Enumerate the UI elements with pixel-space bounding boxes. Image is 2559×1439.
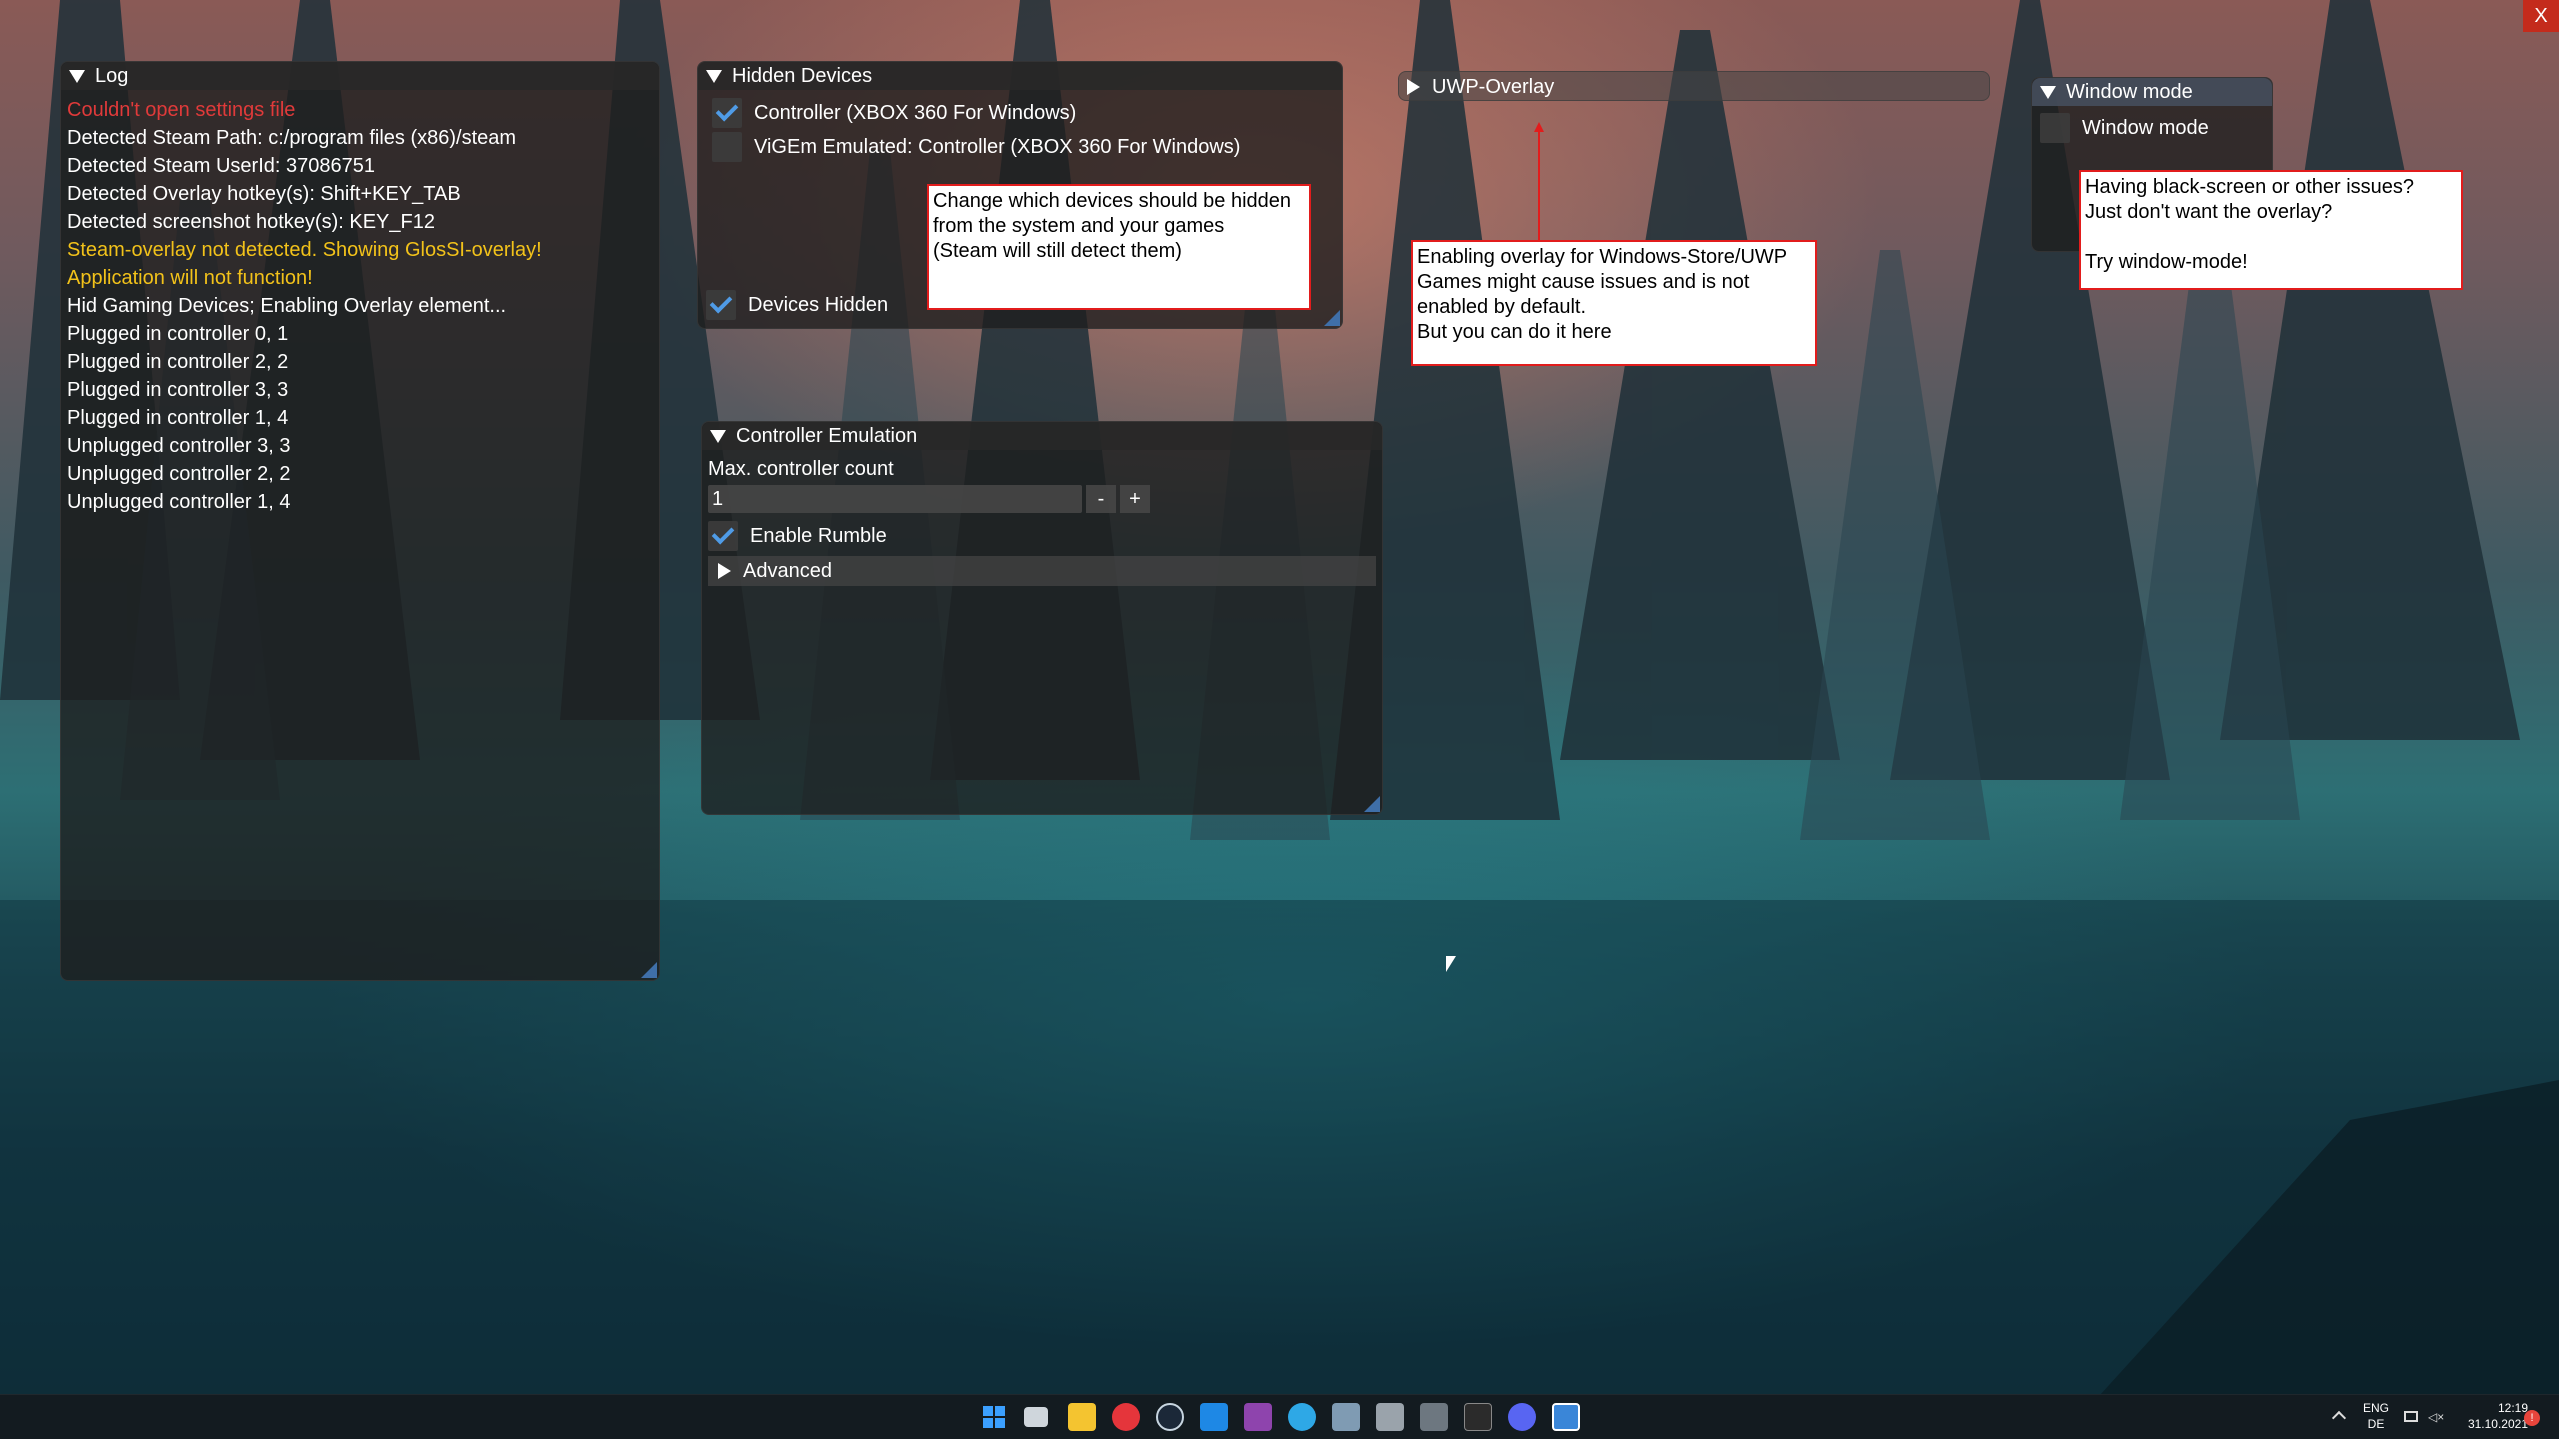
resize-grip[interactable] <box>1324 310 1340 326</box>
resize-grip[interactable] <box>641 962 657 978</box>
file-explorer-icon[interactable] <box>1068 1403 1096 1431</box>
log-line: Detected screenshot hotkey(s): KEY_F12 <box>67 211 435 233</box>
increment-button[interactable]: + <box>1120 485 1150 513</box>
devices-hidden-checkbox[interactable] <box>706 290 736 320</box>
taskbar: ENG DE ◁× 12:19 31.10.2021 ! <box>0 1394 2559 1439</box>
device-item[interactable]: Controller (XBOX 360 For Windows) <box>712 96 1328 130</box>
enable-rumble-toggle[interactable]: Enable Rumble <box>708 518 1376 554</box>
log-panel-header[interactable]: Log <box>61 62 659 90</box>
enable-rumble-checkbox[interactable] <box>708 521 738 551</box>
device-label: Controller (XBOX 360 For Windows) <box>754 101 1077 124</box>
resize-grip[interactable] <box>1364 796 1380 812</box>
max-controller-count-label: Max. controller count <box>708 458 894 480</box>
hidden-devices-note: Change which devices should be hidden fr… <box>927 184 1311 310</box>
advanced-label: Advanced <box>743 559 832 582</box>
log-line: Plugged in controller 1, 4 <box>67 407 289 429</box>
collapse-arrow-icon <box>69 69 85 83</box>
clock-date: 31.10.2021 <box>2467 1417 2528 1431</box>
device-item[interactable]: ViGEm Emulated: Controller (XBOX 360 For… <box>712 130 1328 164</box>
clock-time: 12:19 <box>2497 1401 2528 1415</box>
max-controller-count-stepper[interactable]: 1 - + <box>708 484 1376 514</box>
close-icon: X <box>2534 4 2548 27</box>
collapse-arrow-icon <box>706 69 722 83</box>
window-mode-toggle[interactable]: Window mode <box>2032 106 2272 150</box>
info-app-icon[interactable] <box>1288 1403 1316 1431</box>
mouse-cursor-icon <box>1446 956 1456 972</box>
log-line: Unplugged controller 3, 3 <box>67 435 291 457</box>
log-line: Plugged in controller 2, 2 <box>67 351 289 373</box>
devices-hidden-toggle[interactable]: Devices Hidden <box>706 288 888 322</box>
device-checkbox[interactable] <box>712 98 742 128</box>
uwp-overlay-panel[interactable]: UWP-Overlay <box>1398 71 1990 101</box>
log-line: Steam-overlay not detected. Showing Glos… <box>67 239 542 261</box>
log-lines: Couldn't open settings file Detected Stea… <box>61 90 659 522</box>
uwp-overlay-note: Enabling overlay for Windows-Store/UWP G… <box>1411 240 1817 366</box>
log-line: Couldn't open settings file <box>67 99 296 121</box>
controller-emulation-panel: Controller Emulation Max. controller cou… <box>701 421 1383 815</box>
log-line: Plugged in controller 0, 1 <box>67 323 289 345</box>
enable-rumble-label: Enable Rumble <box>750 524 887 547</box>
window-mode-header[interactable]: Window mode <box>2032 78 2272 106</box>
check-icon <box>711 521 735 545</box>
app-icon[interactable] <box>1376 1403 1404 1431</box>
log-line: Hid Gaming Devices; Enabling Overlay ele… <box>67 295 507 317</box>
language-indicator[interactable]: ENG DE <box>2354 1400 2398 1432</box>
controller-emulation-title: Controller Emulation <box>736 424 918 447</box>
log-line: Plugged in controller 3, 3 <box>67 379 289 401</box>
collapse-arrow-icon <box>2040 85 2056 99</box>
steam-icon[interactable] <box>1156 1403 1184 1431</box>
visual-studio-icon[interactable] <box>1244 1403 1272 1431</box>
log-line: Application will not function! <box>67 267 313 289</box>
advanced-section-header[interactable]: Advanced <box>708 556 1376 586</box>
window-mode-label: Window mode <box>2082 116 2209 139</box>
network-icon[interactable] <box>2404 1411 2418 1422</box>
notification-badge-icon[interactable]: ! <box>2524 1410 2540 1426</box>
app-icon-2[interactable] <box>1420 1403 1448 1431</box>
log-line: Detected Steam Path: c:/program files (x… <box>67 127 517 149</box>
log-line: Detected Overlay hotkey(s): Shift+KEY_TA… <box>67 183 461 205</box>
language-bottom: DE <box>2367 1417 2385 1431</box>
log-panel: Log Couldn't open settings file Detected … <box>60 61 660 981</box>
uwp-overlay-header[interactable]: UWP-Overlay <box>1399 72 1989 102</box>
controller-emulation-header[interactable]: Controller Emulation <box>702 422 1382 450</box>
task-view-icon[interactable] <box>1024 1407 1048 1427</box>
window-mode-checkbox[interactable] <box>2040 113 2070 143</box>
window-mode-title: Window mode <box>2066 80 2193 103</box>
log-line: Detected Steam UserId: 37086751 <box>67 155 375 177</box>
check-icon <box>709 290 733 314</box>
pointer-arrow-line <box>1538 128 1540 240</box>
log-title: Log <box>95 64 129 87</box>
device-checkbox[interactable] <box>712 132 742 162</box>
glossi-icon[interactable] <box>1552 1403 1580 1431</box>
device-label: ViGEm Emulated: Controller (XBOX 360 For… <box>754 135 1241 158</box>
hidden-devices-title: Hidden Devices <box>732 64 873 87</box>
log-line: Unplugged controller 1, 4 <box>67 491 291 513</box>
window-mode-note: Having black-screen or other issues? Jus… <box>2079 170 2463 290</box>
check-icon <box>715 98 739 122</box>
language-top: ENG <box>2362 1401 2389 1415</box>
log-line: Unplugged controller 2, 2 <box>67 463 291 485</box>
tray-chevron-up-icon[interactable] <box>2331 1410 2347 1426</box>
collapse-arrow-icon <box>710 429 726 443</box>
devices-hidden-label: Devices Hidden <box>748 293 889 316</box>
hidden-devices-header[interactable]: Hidden Devices <box>698 62 1342 90</box>
windows-start-icon[interactable] <box>980 1403 1008 1431</box>
expand-arrow-icon <box>1407 79 1420 95</box>
decrement-button[interactable]: - <box>1086 485 1116 513</box>
discord-icon[interactable] <box>1508 1403 1536 1431</box>
photos-icon[interactable] <box>1332 1403 1360 1431</box>
vscode-icon[interactable] <box>1200 1403 1228 1431</box>
uwp-overlay-title: UWP-Overlay <box>1432 75 1555 98</box>
vivaldi-icon[interactable] <box>1112 1403 1140 1431</box>
pointer-arrow-head-icon <box>1534 122 1544 132</box>
close-button[interactable]: X <box>2523 0 2559 32</box>
max-controller-count-input[interactable]: 1 <box>708 485 1082 513</box>
expand-arrow-icon <box>718 563 731 579</box>
clock[interactable]: 12:19 31.10.2021 <box>2452 1400 2528 1432</box>
volume-muted-icon[interactable]: ◁× <box>2428 1411 2444 1423</box>
terminal-icon[interactable] <box>1464 1403 1492 1431</box>
